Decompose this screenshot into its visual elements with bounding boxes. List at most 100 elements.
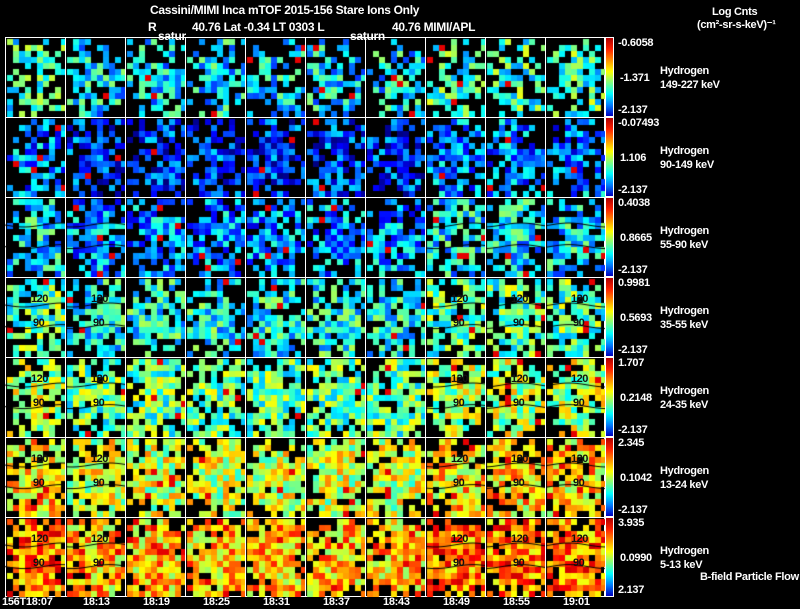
contour-label: 90	[573, 396, 585, 409]
contour-label: 120	[571, 453, 588, 465]
energy-range-label: 5-13 keV	[660, 559, 703, 571]
contour-label: 90	[513, 476, 525, 489]
column-divider	[305, 37, 306, 597]
subtitle-position: 40.76 Lat -0.34 LT 0303 L	[192, 20, 325, 34]
contour-label: 120	[511, 373, 528, 385]
colorbar-tick-label: 3.935	[618, 517, 645, 529]
heatmap-panel	[125, 437, 185, 517]
heatmap-panel	[185, 517, 245, 597]
colorbar-tick-label: 0.4038	[618, 197, 650, 209]
x-tick-label: 18:31	[263, 596, 290, 608]
contour-label: 120	[91, 373, 108, 385]
contour-label: 120	[511, 533, 528, 545]
heatmap-panel	[5, 37, 65, 117]
colorbar	[605, 277, 614, 357]
heatmap-panel	[425, 197, 485, 277]
column-divider	[365, 37, 366, 597]
heatmap-panel	[365, 357, 425, 437]
heatmap-panel	[125, 197, 185, 277]
colorbar	[605, 117, 614, 197]
heatmap-panel	[365, 277, 425, 357]
heatmap-panel	[245, 437, 305, 517]
column-divider	[245, 37, 246, 597]
heatmap-panel	[245, 197, 305, 277]
column-divider	[65, 37, 66, 597]
contour-label: 90	[513, 316, 525, 329]
heatmap-panel	[365, 437, 425, 517]
contour-label: 120	[91, 453, 108, 465]
contour-label: 90	[93, 316, 105, 329]
contour-label: 90	[453, 556, 465, 569]
contour-label: 90	[573, 556, 585, 569]
column-divider	[545, 37, 546, 597]
colorbar-tick-label: -1.371	[620, 72, 650, 84]
contour-label: 120	[451, 293, 468, 305]
heatmap-panel	[125, 277, 185, 357]
heatmap-panel	[545, 197, 605, 277]
energy-range-label: 55-90 keV	[660, 239, 709, 251]
heatmap-panel	[305, 277, 365, 357]
colorbar-tick-label: 0.5693	[620, 312, 652, 324]
colorbar-tick-label: 0.1042	[620, 472, 652, 484]
heatmap-panel	[365, 517, 425, 597]
contour-label: 120	[91, 533, 108, 545]
contour-label: 90	[453, 396, 465, 409]
x-tick-label: 18:43	[383, 596, 410, 608]
heatmap-panel	[5, 117, 65, 197]
x-tick-label: 18:13	[83, 596, 110, 608]
colorbar-tick-label: 1.106	[620, 152, 647, 164]
species-label: Hydrogen	[660, 465, 709, 477]
energy-range-label: 90-149 keV	[660, 159, 714, 171]
heatmap-panel	[425, 117, 485, 197]
contour-label: 90	[93, 476, 105, 489]
heatmap-panel	[485, 37, 545, 117]
energy-range-label: 24-35 keV	[660, 399, 709, 411]
colorbar	[605, 517, 614, 597]
heatmap-panel	[365, 117, 425, 197]
energy-range-label: 35-55 keV	[660, 319, 709, 331]
subtitle-r: R	[148, 20, 157, 34]
heatmap-panel	[365, 37, 425, 117]
contour-label: 120	[31, 453, 48, 465]
contour-label: 120	[451, 533, 468, 545]
contour-label: 90	[453, 476, 465, 489]
heatmap-panel	[185, 437, 245, 517]
colorbar-tick-label: 2.345	[618, 437, 645, 449]
contour-label: 120	[451, 453, 468, 465]
heatmap-panel	[245, 117, 305, 197]
heatmap-panel	[305, 517, 365, 597]
column-divider	[425, 37, 426, 597]
units-label: Log Cnts	[712, 6, 758, 18]
colorbar-tick-label: -2.137	[618, 184, 648, 196]
heatmap-panel	[65, 37, 125, 117]
contour-label: 90	[93, 396, 105, 409]
colorbar	[605, 437, 614, 517]
heatmap-panel	[545, 117, 605, 197]
colorbar-tick-label: -0.07493	[618, 117, 660, 129]
contour-label: 90	[33, 316, 45, 329]
colorbar-tick-label: -2.137	[618, 424, 648, 436]
heatmap-panel	[425, 37, 485, 117]
heatmap-panel	[305, 437, 365, 517]
heatmap-panel	[5, 197, 65, 277]
legend-note: B-field Particle Flow	[700, 571, 799, 583]
heatmap-panel	[245, 517, 305, 597]
colorbar-tick-label: 2.137	[618, 584, 645, 596]
contour-label: 120	[91, 293, 108, 305]
contour-label: 120	[571, 373, 588, 385]
contour-label: 90	[33, 396, 45, 409]
contour-label: 90	[513, 556, 525, 569]
colorbar-tick-label: -2.137	[618, 104, 648, 116]
x-tick-label: 19:01	[563, 596, 590, 608]
heatmap-panel	[125, 117, 185, 197]
species-label: Hydrogen	[660, 305, 709, 317]
heatmap-panel	[305, 197, 365, 277]
contour-label: 90	[513, 396, 525, 409]
heatmap-panel	[65, 117, 125, 197]
colorbar-tick-label: -2.137	[618, 504, 648, 516]
heatmap-panel	[485, 197, 545, 277]
heatmap-panel	[365, 197, 425, 277]
contour-label: 90	[453, 316, 465, 329]
contour-label: 120	[31, 373, 48, 385]
x-tick-label: 156T18:07	[2, 596, 53, 608]
